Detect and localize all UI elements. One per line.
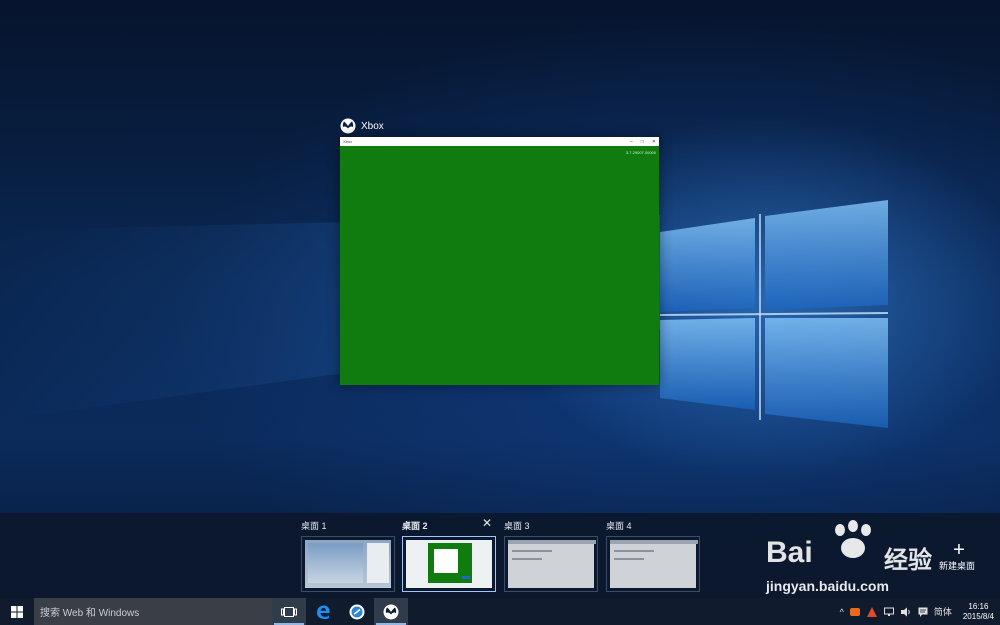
maximize-icon[interactable]: □	[641, 139, 644, 145]
virtual-desktop-strip: 桌面 1 桌面 2 ✕ 桌面 3 桌面 4	[0, 513, 1000, 598]
app-tray-icon[interactable]	[849, 606, 861, 618]
taskbar: 搜索 Web 和 Windows ^ 简体 16:16 2015/8/4	[0, 598, 1000, 625]
search-input[interactable]: 搜索 Web 和 Windows	[34, 598, 272, 625]
warning-tray-icon[interactable]	[866, 606, 878, 618]
action-center-icon[interactable]	[917, 606, 929, 618]
window-caption-title: Xbox	[361, 120, 384, 132]
xbox-logo-icon	[340, 118, 356, 134]
new-desktop-button[interactable]: + 新建桌面	[939, 539, 979, 572]
close-desktop-icon[interactable]: ✕	[482, 516, 492, 530]
xbox-window-preview[interactable]: Xbox – □ ✕ 3.7.29007.00000	[340, 137, 659, 385]
desktop-thumbnail[interactable]	[606, 536, 700, 592]
xbox-titlebar-text: Xbox	[343, 139, 353, 144]
task-view-button[interactable]	[272, 598, 306, 625]
network-icon[interactable]	[883, 606, 895, 618]
xbox-taskbar-button[interactable]	[374, 598, 408, 625]
desktop-label: 桌面 2	[402, 521, 428, 531]
task-view-icon	[281, 606, 297, 617]
xbox-version-text: 3.7.29007.00000	[625, 150, 656, 155]
window-caption[interactable]: Xbox	[340, 118, 384, 134]
input-language-indicator[interactable]: 简体	[934, 605, 952, 618]
sogou-browser-icon	[349, 604, 365, 619]
system-tray: ^ 简体 16:16 2015/8/4	[840, 598, 1000, 625]
desktop-thumbnail[interactable]	[504, 536, 598, 592]
desktop-thumbnail[interactable]	[301, 536, 395, 592]
xbox-icon	[383, 604, 399, 619]
close-icon[interactable]: ✕	[652, 139, 656, 145]
xbox-titlebar: Xbox – □ ✕	[340, 137, 659, 146]
desktop-thumbnail[interactable]	[402, 536, 496, 592]
minimize-icon[interactable]: –	[630, 139, 633, 145]
clock-time: 16:16	[968, 601, 989, 611]
clock[interactable]: 16:16 2015/8/4	[963, 602, 994, 622]
edge-icon	[317, 605, 330, 619]
clock-date: 2015/8/4	[962, 611, 994, 621]
desktop-label: 桌面 3	[504, 521, 530, 531]
screen: Xbox Xbox – □ ✕ 3.7.29007.00000 桌面 1 桌面	[0, 0, 1000, 625]
show-hidden-icons-chevron-icon[interactable]: ^	[840, 607, 844, 617]
sogou-browser-taskbar-button[interactable]	[340, 598, 374, 625]
windows-start-icon	[11, 605, 23, 618]
new-desktop-label: 新建桌面	[938, 561, 975, 571]
volume-icon[interactable]	[900, 606, 912, 618]
edge-taskbar-button[interactable]	[306, 598, 340, 625]
start-button[interactable]	[0, 598, 34, 625]
desktop-label: 桌面 1	[301, 521, 327, 531]
desktop-label: 桌面 4	[606, 521, 632, 531]
plus-icon: +	[953, 539, 965, 561]
